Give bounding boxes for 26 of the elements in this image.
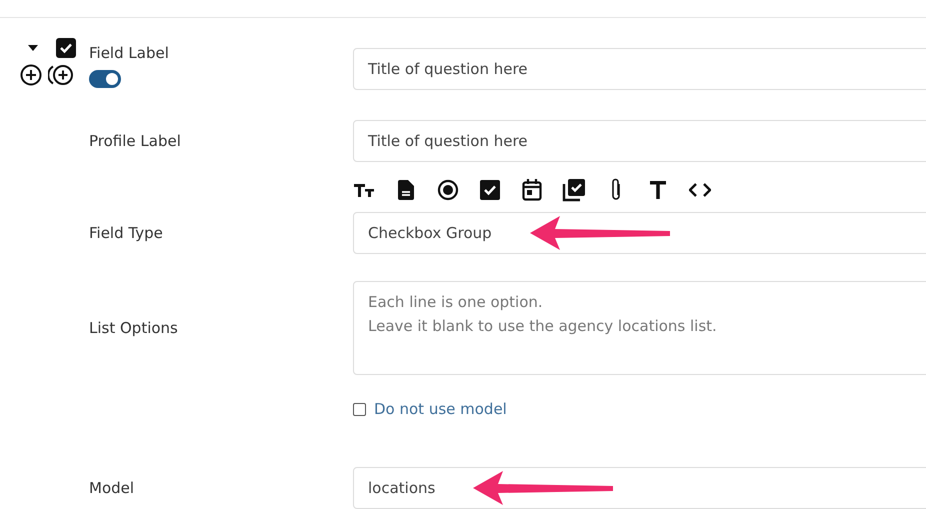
paperclip-icon[interactable] [610,178,622,202]
document-icon[interactable] [398,180,414,200]
checkbox-icon[interactable] [480,180,500,200]
radio-icon[interactable] [437,179,459,201]
text-field[interactable]: Title of question here [353,120,926,162]
text-icon[interactable] [650,181,666,199]
field-label: Model [89,479,134,497]
text-size-icon[interactable] [353,182,375,198]
text-field[interactable]: locations [353,467,926,509]
checkbox-icon[interactable] [56,38,76,58]
text-field[interactable]: Checkbox Group [353,212,926,254]
caret-icon[interactable] [28,45,38,51]
field-label: Field Type [89,224,163,242]
add-nested-icon[interactable] [48,64,74,86]
calendar-icon[interactable] [522,179,542,201]
field-label: Profile Label [89,132,181,150]
toggle-switch[interactable] [89,70,121,88]
textarea-field[interactable]: Each line is one option. Leave it blank to use the agency locations list. [353,281,926,375]
checkbox-stack-icon[interactable] [562,178,586,202]
add-icon[interactable] [20,64,42,86]
field-label: Field Label [89,44,170,62]
checkbox-label[interactable]: Do not use model [374,400,507,418]
field-label: List Options [89,319,178,337]
checkbox[interactable] [353,402,366,416]
text-field[interactable]: Title of question here [353,48,926,90]
code-icon[interactable] [689,183,711,197]
